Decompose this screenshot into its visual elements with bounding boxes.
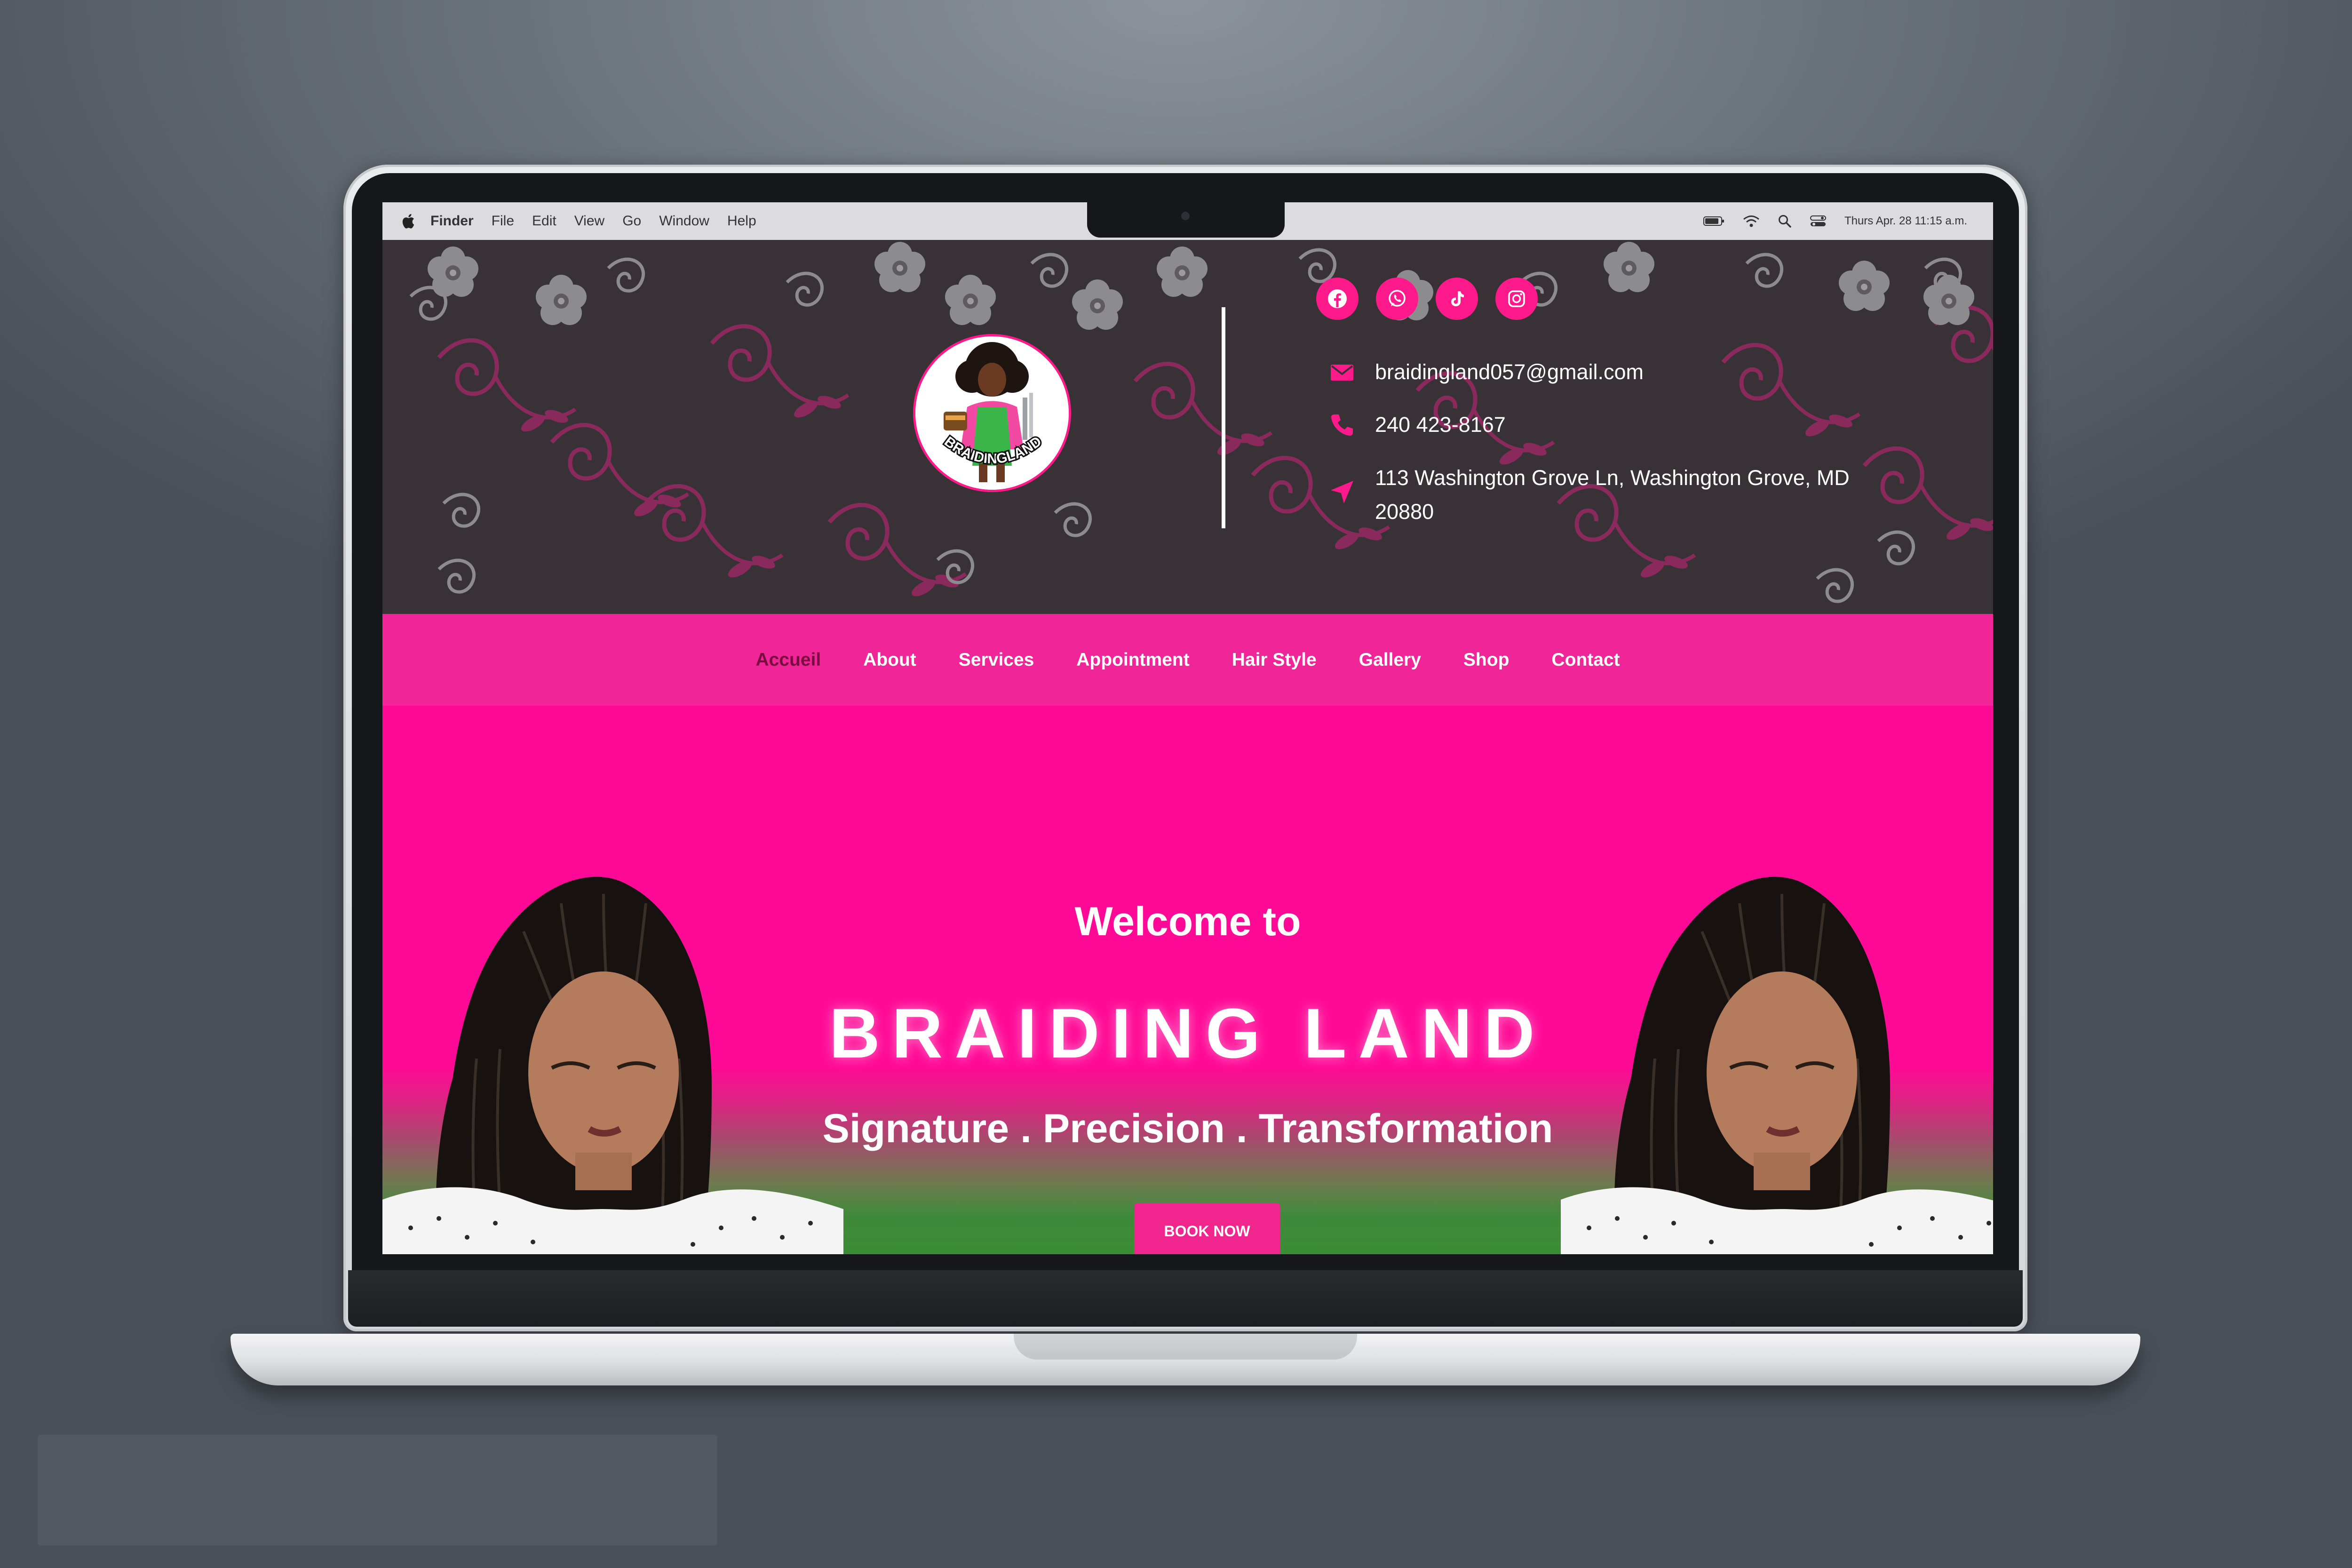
laptop-chin xyxy=(348,1270,2023,1327)
menu-edit[interactable]: Edit xyxy=(532,213,556,229)
hero-tagline: Signature . Precision . Transformation xyxy=(822,1106,1553,1151)
battery-icon[interactable] xyxy=(1703,215,1725,227)
nav-gallery[interactable]: Gallery xyxy=(1359,650,1421,670)
email-text[interactable]: braidingland057@gmail.com xyxy=(1375,355,1644,389)
phone-text[interactable]: 240 423-8167 xyxy=(1375,408,1506,442)
menubar-clock[interactable]: Thurs Apr. 28 11:15 a.m. xyxy=(1844,215,1967,228)
camera-notch xyxy=(1087,202,1285,238)
hero-welcome: Welcome to xyxy=(1074,899,1301,944)
floral-background xyxy=(382,242,1993,614)
svg-text:BRAIDINGLAND: BRAIDINGLAND xyxy=(941,434,1044,467)
main-navigation: Accueil About Services Appointment Hair … xyxy=(382,614,1993,706)
instagram-icon xyxy=(1508,290,1525,307)
location-arrow-icon xyxy=(1331,481,1353,503)
background-panel xyxy=(38,1435,717,1545)
menu-view[interactable]: View xyxy=(574,213,604,229)
contact-phone[interactable]: 240 423-8167 xyxy=(1328,408,1506,442)
logo-wordmark: BRAIDINGLAND xyxy=(940,432,1046,469)
contact-email[interactable]: braidingland057@gmail.com xyxy=(1328,355,1644,389)
control-center-icon[interactable] xyxy=(1810,215,1827,228)
site-header: BRAIDINGLAND braidingland057@gmail.com 2… xyxy=(382,240,1993,614)
whatsapp-icon xyxy=(1389,290,1406,307)
header-divider xyxy=(1222,307,1225,528)
menu-finder[interactable]: Finder xyxy=(430,213,474,229)
braidingland-logo[interactable]: BRAIDINGLAND xyxy=(913,334,1071,492)
facebook-icon xyxy=(1328,289,1347,308)
logo-text: BRAIDINGLAND xyxy=(940,432,1046,469)
nav-hair-style[interactable]: Hair Style xyxy=(1232,650,1317,670)
social-links xyxy=(1316,278,1538,320)
nav-about[interactable]: About xyxy=(863,650,916,670)
menu-go[interactable]: Go xyxy=(622,213,641,229)
menu-file[interactable]: File xyxy=(492,213,514,229)
menu-window[interactable]: Window xyxy=(659,213,709,229)
menu-help[interactable]: Help xyxy=(727,213,756,229)
nav-shop[interactable]: Shop xyxy=(1463,650,1509,670)
tiktok-link[interactable] xyxy=(1436,278,1478,320)
wifi-icon[interactable] xyxy=(1743,215,1760,228)
book-now-button[interactable]: BOOK NOW xyxy=(1134,1203,1280,1254)
instagram-link[interactable] xyxy=(1495,278,1538,320)
nav-services[interactable]: Services xyxy=(959,650,1034,670)
nav-appointment[interactable]: Appointment xyxy=(1076,650,1189,670)
apple-icon[interactable] xyxy=(400,213,415,230)
nav-contact[interactable]: Contact xyxy=(1551,650,1620,670)
whatsapp-link[interactable] xyxy=(1376,278,1418,320)
hero-section: Welcome to BRAIDING LAND Signature . Pre… xyxy=(382,706,1993,1254)
phone-icon xyxy=(1331,414,1353,436)
search-icon[interactable] xyxy=(1778,214,1792,228)
laptop-opening-notch xyxy=(1014,1334,1357,1360)
address-text[interactable]: 113 Washington Grove Ln, Washington Grov… xyxy=(1375,461,1869,529)
contact-address[interactable]: 113 Washington Grove Ln, Washington Grov… xyxy=(1328,461,1869,529)
hero-title: BRAIDING LAND xyxy=(829,994,1547,1073)
tiktok-icon xyxy=(1451,291,1464,306)
laptop-screen: Finder File Edit View Go Window Help Thu… xyxy=(382,202,1993,1254)
camera-lens xyxy=(1181,212,1190,220)
envelope-icon xyxy=(1331,365,1353,381)
facebook-link[interactable] xyxy=(1316,278,1359,320)
nav-accueil[interactable]: Accueil xyxy=(755,650,821,670)
